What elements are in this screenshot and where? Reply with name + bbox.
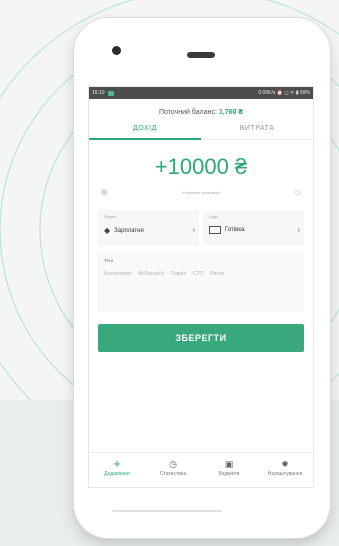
calendar-icon[interactable]: ▦ xyxy=(101,188,108,196)
plus-icon: + xyxy=(113,456,121,471)
category-value: Зарплатня xyxy=(114,227,144,234)
phone-speaker xyxy=(187,52,215,58)
nav-statistics[interactable]: ◷ Статистика xyxy=(145,453,201,483)
chevron-right-icon: › xyxy=(192,227,195,234)
tag-icon: ◆ xyxy=(104,226,111,235)
status-time: 16:10 xyxy=(92,90,105,96)
app-screen: 16:10 0.00K/s ⏰ ◻ ᯤ ▮ 69% Поточний балан… xyxy=(88,86,314,488)
nav-add-label: Додавання xyxy=(104,471,130,477)
wallet-caption: Куди xyxy=(209,214,218,219)
tag-chip[interactable]: McDonald's xyxy=(138,271,164,277)
tag-chip[interactable]: Ринок xyxy=(210,271,224,277)
nav-budgets[interactable]: ▣ Бюджети xyxy=(201,453,257,483)
tab-income[interactable]: ДОХІД xyxy=(89,125,201,140)
category-select[interactable]: Звідки ◆ Зарплатня › xyxy=(98,210,199,246)
balance-label: Поточний баланс: xyxy=(158,109,217,116)
type-tabs: ДОХІД ВИТРАТА xyxy=(89,125,313,140)
wallet-icon: ▣ xyxy=(224,459,234,469)
phone-camera xyxy=(112,46,121,55)
home-indicator xyxy=(112,510,222,512)
clock-icon[interactable]: ◷ xyxy=(295,188,301,196)
nav-budgets-label: Бюджети xyxy=(218,471,240,477)
select-row: Звідки ◆ Зарплатня › Куди Готівка › xyxy=(89,210,313,246)
clock-icon: ◷ xyxy=(169,459,177,469)
balance-value: 1,760 ₴ xyxy=(218,109,244,116)
notification-icon xyxy=(107,90,114,96)
wallet-icon xyxy=(209,226,221,234)
wallet-select[interactable]: Куди Готівка › xyxy=(203,210,304,246)
tag-chip[interactable]: СТО xyxy=(193,271,203,277)
nav-statistics-label: Статистика xyxy=(159,471,187,477)
wallet-value: Готівка xyxy=(225,227,245,233)
tab-expense[interactable]: ВИТРАТА xyxy=(201,125,313,140)
status-bar: 16:10 0.00K/s ⏰ ◻ ᯤ ▮ 69% xyxy=(89,87,313,99)
status-right: 0.00K/s ⏰ ◻ ᯤ ▮ 69% xyxy=(258,90,310,96)
comment-placeholder[interactable]: Коментар транзакції xyxy=(182,190,220,195)
nav-add[interactable]: + Додавання xyxy=(89,453,145,483)
comment-row: ▦ Коментар транзакції ◷ xyxy=(89,188,313,196)
tags-box: Теги Бухгалтерія McDonald's Таврія СТО Р… xyxy=(98,252,304,312)
bottom-nav: + Додавання ◷ Статистика ▣ Бюджети ✹ Нал… xyxy=(89,452,313,483)
nav-settings[interactable]: ✹ Налаштування xyxy=(257,453,313,483)
category-caption: Звідки xyxy=(104,214,116,219)
balance-row: Поточний баланс: 1,760 ₴ xyxy=(89,109,313,116)
gear-icon: ✹ xyxy=(281,459,289,469)
tag-chip[interactable]: Бухгалтерія xyxy=(104,271,131,277)
amount-input[interactable]: +10000 ₴ xyxy=(89,154,313,180)
tags-caption: Теги xyxy=(104,258,114,263)
save-button[interactable]: ЗБЕРЕГТИ xyxy=(98,324,304,352)
tags-list: Бухгалтерія McDonald's Таврія СТО Ринок xyxy=(104,271,298,277)
tag-chip[interactable]: Таврія xyxy=(171,271,186,277)
chevron-right-icon: › xyxy=(297,226,300,234)
nav-settings-label: Налаштування xyxy=(267,471,303,477)
